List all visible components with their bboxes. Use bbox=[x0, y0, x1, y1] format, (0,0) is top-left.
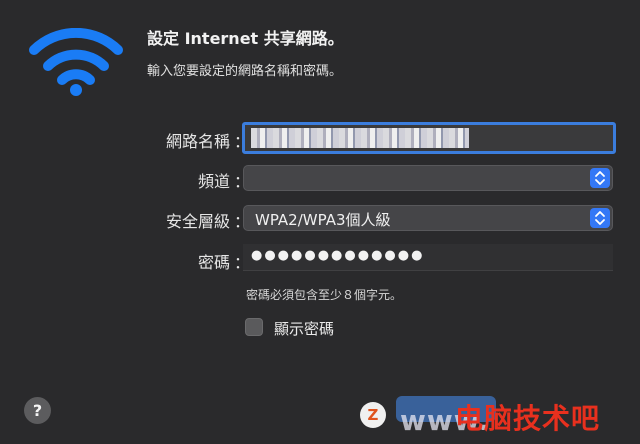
help-button[interactable]: ? bbox=[24, 397, 51, 424]
dialog-subtitle: 輸入您要設定的網路名稱和密碼。 bbox=[147, 64, 343, 79]
dialog-title: 設定 Internet 共享網路。 bbox=[147, 29, 344, 48]
password-label: 密碼 bbox=[197, 253, 230, 272]
network-name-label: 網路名稱 bbox=[165, 132, 230, 151]
show-password-checkbox[interactable] bbox=[245, 318, 263, 336]
channel-stepper-icon[interactable] bbox=[590, 168, 610, 188]
wifi-icon bbox=[29, 28, 123, 96]
security-value: WPA2/WPA3個人級 bbox=[255, 211, 391, 229]
watermark-logo-icon: Z bbox=[360, 402, 386, 428]
watermark: Z www. 电脑技术吧 bbox=[360, 394, 630, 440]
password-field[interactable]: ●●●●●●●●●●●●● bbox=[243, 244, 613, 271]
password-hint: 密碼必須包含至少８個字元。 bbox=[246, 288, 403, 302]
watermark-text: 电脑技术吧 bbox=[455, 402, 601, 435]
security-popup[interactable]: WPA2/WPA3個人級 bbox=[243, 205, 613, 231]
security-label: 安全層級 bbox=[165, 212, 230, 231]
show-password-label[interactable]: 顯示密碼 bbox=[274, 318, 334, 339]
channel-popup[interactable] bbox=[243, 165, 613, 191]
security-stepper-icon[interactable] bbox=[590, 208, 610, 228]
network-name-field[interactable] bbox=[242, 122, 616, 154]
redacted-network-name bbox=[251, 128, 469, 148]
password-dots: ●●●●●●●●●●●●● bbox=[251, 248, 425, 263]
channel-label: 頻道 bbox=[197, 172, 230, 191]
